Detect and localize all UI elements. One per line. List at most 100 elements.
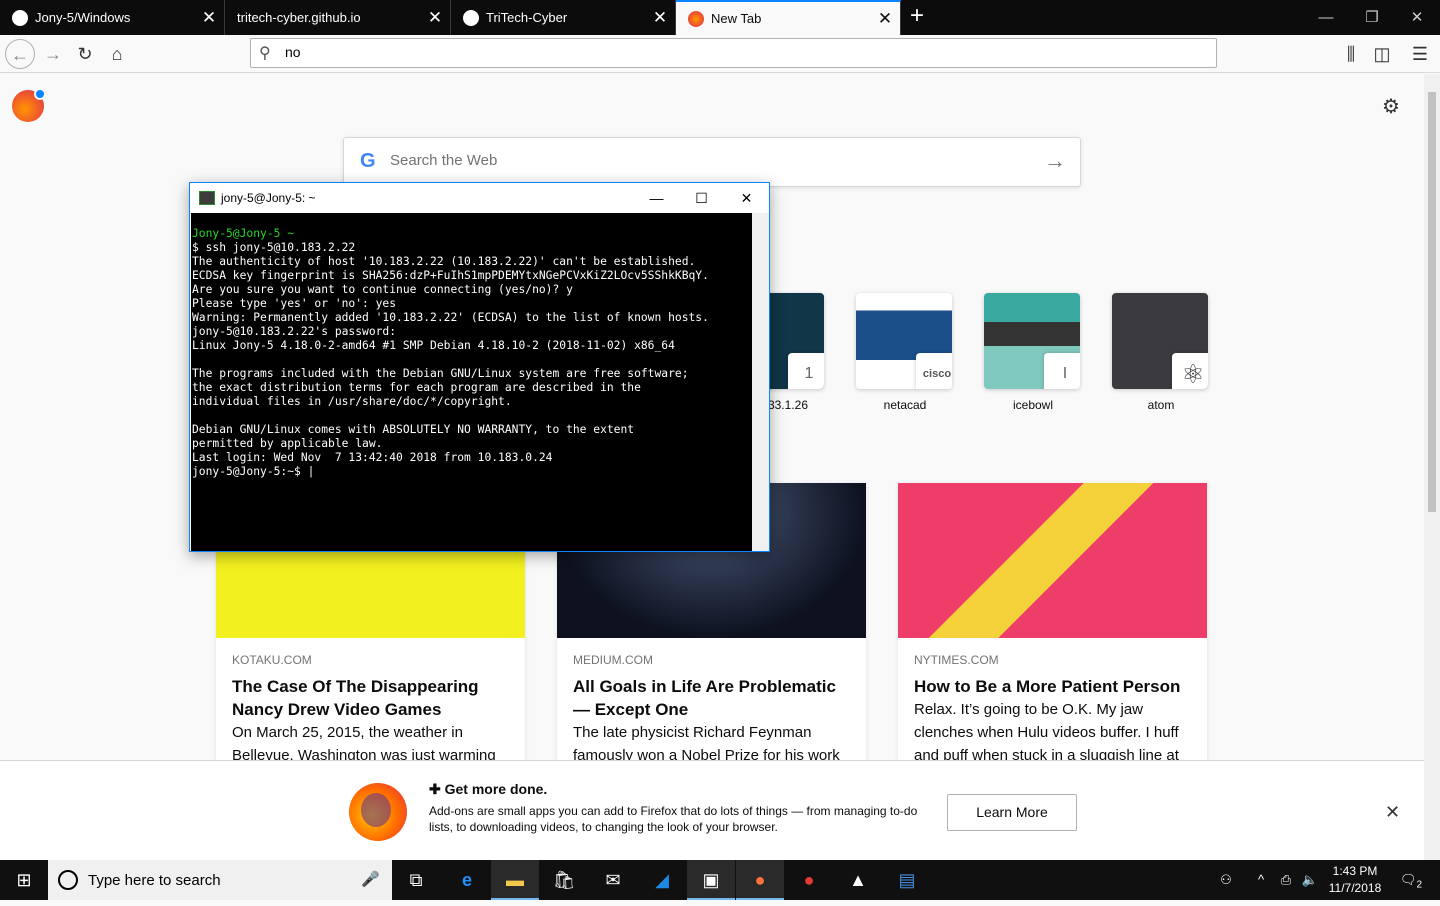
chevron-up-icon[interactable]: ^ xyxy=(1250,860,1272,900)
terminal-title: jony-5@Jony-5: ~ xyxy=(221,191,316,205)
terminal-line: Jony-5@Jony-5 ~ xyxy=(192,227,295,240)
sidebar-icon[interactable]: ◫ xyxy=(1367,39,1397,69)
address-bar[interactable]: ⚲ xyxy=(250,38,1217,68)
terminal-line: Debian GNU/Linux comes with ABSOLUTELY N… xyxy=(192,423,635,436)
github-icon xyxy=(12,9,28,26)
clock-time: 1:43 PM xyxy=(1332,864,1378,878)
library-icon[interactable]: ⫼ xyxy=(1336,39,1366,69)
gear-icon[interactable]: ⚙ xyxy=(1382,94,1400,119)
notifications-icon[interactable]: 🗨2 xyxy=(1396,860,1426,900)
top-site-tile[interactable]: cisco netacad xyxy=(856,293,954,412)
firefox-icon xyxy=(688,10,704,27)
new-tab-button[interactable]: + xyxy=(903,3,931,31)
tab-title: New Tab xyxy=(711,11,762,26)
firefox-logo xyxy=(12,88,46,122)
windows-start-icon[interactable]: ⊞ xyxy=(0,860,48,900)
terminal-line: jony-5@Jony-5:~$ | xyxy=(192,465,315,478)
network-app-icon[interactable]: ▤ xyxy=(883,860,931,900)
clock[interactable]: 1:43 PM 11/7/2018 xyxy=(1320,863,1390,897)
photos-icon[interactable]: ▲ xyxy=(834,860,882,900)
terminal-window[interactable]: jony-5@Jony-5: ~ — ☐ ✕ Jony-5@Jony-5 ~ $ … xyxy=(189,182,770,552)
cisco-icon: cisco xyxy=(916,353,952,389)
people-icon[interactable]: ⚇ xyxy=(1212,860,1240,900)
close-window-button[interactable]: ✕ xyxy=(1394,0,1440,35)
terminal-titlebar[interactable]: jony-5@Jony-5: ~ — ☐ ✕ xyxy=(190,183,769,213)
atom-icon: ⚛ xyxy=(1172,353,1208,389)
file-explorer-icon[interactable]: ▬ xyxy=(491,860,539,900)
close-tab-icon[interactable]: ✕ xyxy=(420,8,450,28)
close-tab-icon[interactable]: ✕ xyxy=(870,9,900,29)
site-thumbnail: ⚛ xyxy=(1112,293,1208,389)
terminal-line: jony-5@10.183.2.22's password: xyxy=(192,325,397,338)
terminal-line: permitted by applicable law. xyxy=(192,437,383,450)
edge-icon[interactable]: e xyxy=(443,860,491,900)
store-icon[interactable]: 🛍 xyxy=(540,860,588,900)
story-source: KOTAKU.COM xyxy=(232,653,312,667)
menu-icon[interactable]: ☰ xyxy=(1405,39,1435,69)
forward-button[interactable]: → xyxy=(38,39,68,69)
minimize-button[interactable]: — xyxy=(634,190,679,206)
tab-title: tritech-cyber.github.io xyxy=(237,10,361,25)
puzzle-icon: ✚ xyxy=(429,781,445,797)
terminal-line: ECDSA key fingerprint is SHA256:dzP+FuIh… xyxy=(192,269,709,282)
site-label: netacad xyxy=(883,398,927,412)
story-title: The Case Of The Disappearing Nancy Drew … xyxy=(232,677,479,719)
snippet-banner: ✚ Get more done. Add-ons are small apps … xyxy=(0,760,1424,860)
volume-icon[interactable]: 🔈 xyxy=(1298,860,1322,900)
network-icon[interactable]: ⎙ xyxy=(1274,860,1298,900)
reload-button[interactable]: ↻ xyxy=(70,39,100,69)
url-input[interactable] xyxy=(285,44,1185,60)
web-search-box[interactable]: G → xyxy=(343,137,1081,187)
terminal-output[interactable]: Jony-5@Jony-5 ~ $ ssh jony-5@10.183.2.22 T… xyxy=(191,213,752,551)
site-badge: I xyxy=(1044,353,1080,389)
terminal-line: The programs included with the Debian GN… xyxy=(192,367,689,380)
story-source: NYTIMES.COM xyxy=(914,653,999,667)
top-site-tile[interactable]: I icebowl xyxy=(984,293,1082,412)
terminal-line: individual files in /usr/share/doc/*/cop… xyxy=(192,395,512,408)
github-icon xyxy=(463,9,479,26)
close-icon[interactable]: ✕ xyxy=(1385,802,1400,823)
terminal-line: Warning: Permanently added '10.183.2.22'… xyxy=(192,311,709,324)
tab-title: Jony-5/Windows xyxy=(35,10,131,25)
search-input[interactable] xyxy=(390,152,1010,169)
story-card[interactable]: NYTIMES.COM How to Be a More Patient Per… xyxy=(898,483,1207,787)
firefox-taskbar-icon[interactable]: ● xyxy=(736,860,784,900)
app-icon[interactable]: ● xyxy=(785,860,833,900)
close-tab-icon[interactable]: ✕ xyxy=(645,8,675,28)
tab-bar: Jony-5/Windows ✕ tritech-cyber.github.io… xyxy=(0,0,1440,35)
taskbar-search-placeholder: Type here to search xyxy=(88,872,221,889)
story-title: How to Be a More Patient Person xyxy=(914,677,1181,696)
tab-jony5-windows[interactable]: Jony-5/Windows ✕ xyxy=(0,0,225,35)
site-label: atom xyxy=(1147,398,1175,412)
task-view-icon[interactable]: ⧉ xyxy=(392,860,440,900)
close-tab-icon[interactable]: ✕ xyxy=(194,8,224,28)
site-thumbnail: cisco xyxy=(856,293,952,389)
google-icon: G xyxy=(360,150,376,172)
search-icon: ⚲ xyxy=(259,45,271,62)
app-icon[interactable]: ◢ xyxy=(638,860,686,900)
tab-tritech-github-io[interactable]: tritech-cyber.github.io ✕ xyxy=(225,0,451,35)
back-button[interactable]: ← xyxy=(5,39,35,69)
search-submit-icon[interactable]: → xyxy=(1044,148,1066,174)
top-site-tile[interactable]: ⚛ atom xyxy=(1112,293,1210,412)
tab-new-tab[interactable]: New Tab ✕ xyxy=(676,0,901,35)
minimize-window-button[interactable]: — xyxy=(1303,0,1349,35)
restore-window-button[interactable]: ❐ xyxy=(1349,0,1395,35)
tab-title: TriTech-Cyber xyxy=(486,10,568,25)
mail-icon[interactable]: ✉ xyxy=(589,860,637,900)
maximize-button[interactable]: ☐ xyxy=(679,190,724,207)
home-button[interactable]: ⌂ xyxy=(102,39,132,69)
microphone-icon[interactable]: 🎤 xyxy=(361,870,380,888)
learn-more-button[interactable]: Learn More xyxy=(947,794,1077,831)
terminal-line: the exact distribution terms for each pr… xyxy=(192,381,641,394)
site-badge: 1 xyxy=(788,353,824,389)
firefox-logo xyxy=(349,783,407,841)
close-button[interactable]: ✕ xyxy=(724,190,769,207)
terminal-line: Please type 'yes' or 'no': yes xyxy=(192,297,397,310)
taskbar-search[interactable]: Type here to search 🎤 xyxy=(48,860,392,900)
page-scrollbar[interactable] xyxy=(1424,74,1440,860)
terminal-scrollbar[interactable] xyxy=(752,213,769,551)
tab-tritech-cyber[interactable]: TriTech-Cyber ✕ xyxy=(451,0,676,35)
terminal-taskbar-icon[interactable]: ▣ xyxy=(687,860,735,900)
